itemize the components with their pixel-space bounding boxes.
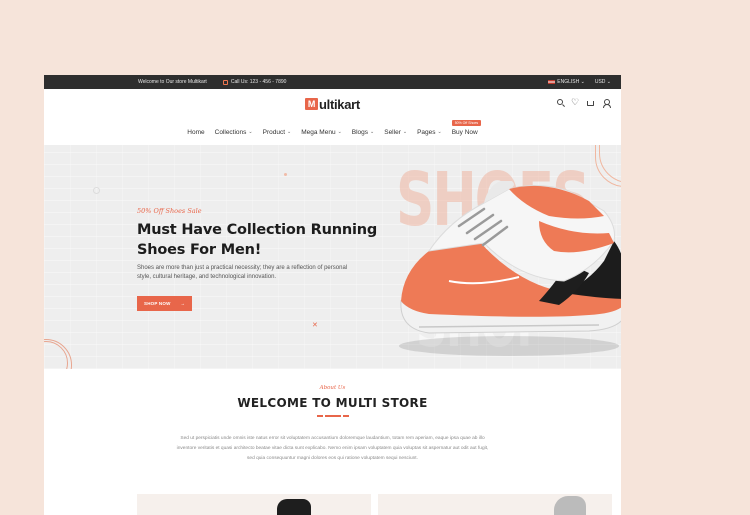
decor-dot-icon	[284, 173, 287, 176]
currency-select[interactable]: USD ⌄	[595, 79, 611, 85]
hero-title: Must Have Collection Running Shoes For M…	[137, 222, 378, 258]
wishlist-heart-icon[interactable]	[571, 98, 579, 107]
arrow-right-icon: →	[180, 301, 186, 306]
topbar-right: ENGLISH ⌄ USD ⌄	[548, 79, 611, 85]
hero-description: Shoes are more than just a practical nec…	[137, 265, 348, 280]
chevron-down-icon: ⌄	[402, 129, 408, 135]
nav-label: Seller	[384, 128, 401, 136]
site-header: M ultikart	[44, 89, 621, 119]
nav-label: Pages	[417, 128, 436, 136]
decor-plus-icon: ✕	[312, 322, 318, 329]
title-divider	[44, 415, 621, 417]
phone-text: Call Us: 123 - 456 - 7890	[230, 79, 287, 85]
product-image	[277, 499, 311, 515]
nav-item-home[interactable]: Home	[187, 129, 204, 136]
about-section: About Us WELCOME TO MULTI STORE Sed ut p…	[44, 385, 621, 464]
language-select[interactable]: ENGLISH ⌄	[548, 79, 585, 85]
about-title: WELCOME TO MULTI STORE	[237, 396, 428, 410]
shop-now-button[interactable]: SHOP NOW →	[137, 296, 193, 311]
site-logo[interactable]: M ultikart	[305, 97, 360, 112]
running-shoe-image	[399, 181, 621, 356]
currency-label: USD	[594, 79, 606, 85]
nav-label: Home	[187, 128, 205, 136]
shop-now-label: SHOP NOW	[144, 301, 171, 306]
nav-item-mega-menu[interactable]: Mega Menu ⌄	[301, 129, 342, 136]
chevron-down-icon: ⌄	[248, 129, 253, 135]
hero-sale-tag: 50% Off Shoes Sale	[137, 207, 202, 215]
product-card[interactable]	[137, 494, 371, 515]
browser-frame: Welcome to Our store Multikart Call Us: …	[44, 75, 621, 515]
search-icon[interactable]	[557, 99, 563, 105]
nav-item-blogs[interactable]: Blogs ⌄	[352, 129, 374, 136]
product-image	[554, 496, 586, 515]
nav-label: Product	[262, 128, 286, 136]
product-card[interactable]	[378, 494, 612, 515]
user-icon[interactable]	[602, 99, 611, 108]
nav-label: Buy Now	[451, 128, 478, 136]
chevron-down-icon: ⌄	[287, 129, 292, 135]
chevron-down-icon: ⌄	[370, 129, 375, 135]
hero-banner: SHOES SHOP ✕ 50% Off Shoes Sale Must Hav…	[44, 145, 621, 369]
phone-icon	[222, 79, 228, 85]
logo-text: ultikart	[319, 96, 360, 112]
nav-item-buy-now[interactable]: 50% Off Shoes Buy Now	[451, 119, 482, 136]
phone-info: Call Us: 123 - 456 - 7890	[222, 79, 287, 85]
chevron-down-icon: ⌄	[337, 129, 342, 135]
nav-item-collections[interactable]: Collections ⌄	[215, 129, 253, 136]
welcome-text: Welcome to Our store Multikart	[138, 79, 207, 85]
nav-item-pages[interactable]: Pages ⌄	[417, 129, 442, 136]
about-subtitle: About Us	[319, 385, 346, 391]
top-bar: Welcome to Our store Multikart Call Us: …	[44, 75, 621, 89]
about-text: Sed ut perspiciatis unde omnis iste natu…	[176, 435, 489, 461]
logo-badge: M	[305, 98, 319, 110]
flag-icon	[548, 79, 556, 84]
nav-label: Collections	[214, 128, 247, 136]
main-nav: Home Collections ⌄ Product ⌄ Mega Menu ⌄ Bl…	[44, 119, 621, 145]
chevron-down-icon: ⌄	[437, 129, 442, 135]
nav-item-seller[interactable]: Seller ⌄	[384, 129, 407, 136]
header-icons	[557, 98, 611, 108]
nav-badge: 50% Off Shoes	[451, 119, 482, 126]
cart-icon[interactable]	[587, 101, 594, 106]
language-label: ENGLISH	[557, 79, 580, 85]
nav-label: Mega Menu	[301, 128, 336, 136]
hero-text-block: 50% Off Shoes Sale Must Have Collection …	[137, 207, 397, 311]
decor-ring-icon	[93, 187, 100, 194]
nav-label: Blogs	[351, 128, 369, 136]
nav-item-product[interactable]: Product ⌄	[263, 129, 292, 136]
